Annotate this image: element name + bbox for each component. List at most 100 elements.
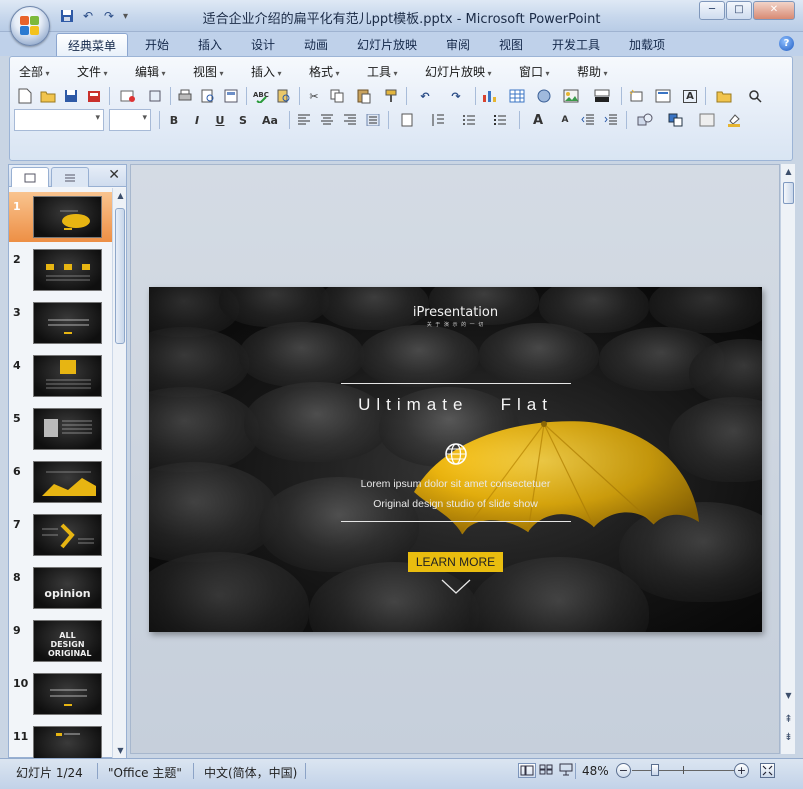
align-center-icon[interactable] (316, 110, 338, 130)
menu-file[interactable]: 文件 (77, 63, 108, 80)
menu-slideshow[interactable]: 幻灯片放映 (425, 63, 492, 80)
decrease-indent-icon[interactable] (577, 110, 599, 130)
slide-thumbnail-7[interactable]: 7 (9, 510, 113, 560)
language-indicator[interactable]: 中文(简体，中国) (204, 764, 297, 781)
tab-slides[interactable] (11, 167, 49, 187)
paste-icon[interactable] (349, 86, 379, 106)
arrange-icon[interactable] (661, 110, 691, 130)
menu-all[interactable]: 全部 (19, 63, 50, 80)
distribute-icon[interactable] (392, 110, 422, 130)
slides-panel-scrollbar[interactable]: ▲ ▼ (112, 188, 126, 759)
close-panel-icon[interactable]: ✕ (108, 167, 120, 183)
insert-table-icon[interactable] (502, 86, 532, 106)
slide-thumbnail-1[interactable]: 1 (9, 192, 113, 242)
scroll-down-icon[interactable]: ▼ (113, 743, 128, 759)
send-mail-icon[interactable] (113, 86, 143, 106)
next-slide-icon[interactable]: ⇟ (781, 730, 796, 746)
underline-button[interactable]: U (209, 110, 231, 130)
slide-thumbnail-5[interactable]: 5 (9, 404, 113, 454)
align-right-icon[interactable] (339, 110, 361, 130)
spelling-icon[interactable]: ABC (250, 86, 272, 106)
font-size-select[interactable] (109, 109, 151, 131)
print-preview-icon[interactable] (197, 86, 219, 106)
change-case-button[interactable]: Aa (255, 110, 285, 130)
tab-design[interactable]: 设计 (251, 36, 275, 53)
new-slide-icon[interactable] (625, 86, 647, 106)
tab-addins[interactable]: 加载项 (629, 36, 665, 53)
insert-picture-icon[interactable] (556, 86, 586, 106)
hyperlink-icon[interactable] (533, 86, 555, 106)
tab-view[interactable]: 视图 (499, 36, 523, 53)
maximize-button[interactable]: □ (726, 1, 752, 20)
help-icon[interactable]: ? (779, 36, 794, 51)
previous-slide-icon[interactable]: ⇞ (781, 712, 796, 728)
close-button[interactable]: ✕ (753, 1, 795, 20)
bullets-icon[interactable] (485, 110, 515, 130)
slide-thumbnail-4[interactable]: 4 (9, 351, 113, 401)
quick-styles-icon[interactable] (692, 110, 722, 130)
undo-icon[interactable]: ↶ (410, 86, 440, 106)
scroll-thumb[interactable] (115, 208, 125, 344)
justify-icon[interactable] (362, 110, 384, 130)
slide-thumbnail-6[interactable]: 6 (9, 457, 113, 507)
scroll-down-icon[interactable]: ▼ (781, 688, 796, 704)
open-icon[interactable] (37, 86, 59, 106)
insert-chart-icon[interactable] (479, 86, 501, 106)
shadow-button[interactable]: S (232, 110, 254, 130)
shrink-font-button[interactable]: A (554, 110, 576, 130)
zoom-level[interactable]: 48% (582, 764, 609, 778)
publish-icon[interactable] (144, 86, 166, 106)
menu-tools[interactable]: 工具 (367, 63, 398, 80)
slideshow-icon[interactable] (558, 763, 576, 778)
tab-animation[interactable]: 动画 (304, 36, 328, 53)
slide-sorter-icon[interactable] (538, 763, 556, 778)
zoom-in-button[interactable]: + (734, 763, 749, 778)
learn-more-button[interactable]: LEARN MORE (408, 552, 503, 572)
scroll-thumb[interactable] (783, 182, 794, 204)
align-left-icon[interactable] (293, 110, 315, 130)
menu-window[interactable]: 窗口 (519, 63, 550, 80)
zoom-slider-track[interactable] (632, 770, 737, 771)
main-vertical-scrollbar[interactable]: ▲ ▼ ⇞ ⇟ (780, 164, 795, 754)
slide-layout-icon[interactable] (648, 86, 678, 106)
current-slide[interactable]: iPresentation 关 于 演 示 的 一 切 Ultimate Fla… (149, 287, 762, 632)
slide-thumbnail-8[interactable]: 8 opinion (9, 563, 113, 613)
format-painter-icon[interactable] (380, 86, 402, 106)
tab-review[interactable]: 审阅 (446, 36, 470, 53)
slide-thumbnail-10[interactable]: 10 (9, 669, 113, 719)
print-icon[interactable] (174, 86, 196, 106)
new-icon[interactable] (14, 86, 36, 106)
line-spacing-icon[interactable] (423, 110, 453, 130)
color-scheme-icon[interactable] (587, 86, 617, 106)
tab-insert[interactable]: 插入 (198, 36, 222, 53)
normal-view-icon[interactable] (518, 763, 536, 778)
shape-fill-icon[interactable] (723, 110, 745, 130)
folder-icon[interactable] (709, 86, 739, 106)
bold-button[interactable]: B (163, 110, 185, 130)
menu-edit[interactable]: 编辑 (135, 63, 166, 80)
menu-view[interactable]: 视图 (193, 63, 224, 80)
find-icon[interactable] (740, 86, 770, 106)
zoom-slider-knob[interactable] (651, 764, 659, 776)
cut-icon[interactable]: ✂ (303, 86, 325, 106)
italic-button[interactable]: I (186, 110, 208, 130)
slide-thumbnail-9[interactable]: 9 ALL DESIGN ORIGINAL (9, 616, 113, 666)
menu-format[interactable]: 格式 (309, 63, 340, 80)
minimize-button[interactable]: ─ (699, 1, 725, 20)
tab-outline[interactable] (51, 167, 89, 187)
tab-home[interactable]: 开始 (145, 36, 169, 53)
zoom-out-button[interactable]: − (616, 763, 631, 778)
menu-help[interactable]: 帮助 (577, 63, 608, 80)
fit-to-window-icon[interactable] (760, 763, 775, 778)
save-icon[interactable] (60, 86, 82, 106)
grow-font-button[interactable]: A (523, 110, 553, 130)
copy-icon[interactable] (326, 86, 348, 106)
font-name-select[interactable] (14, 109, 104, 131)
tab-classic-menu[interactable]: 经典菜单 (56, 33, 129, 57)
research-icon[interactable] (273, 86, 295, 106)
tab-slideshow[interactable]: 幻灯片放映 (357, 36, 417, 53)
redo-icon[interactable]: ↷ (441, 86, 471, 106)
scroll-up-icon[interactable]: ▲ (113, 188, 128, 204)
increase-indent-icon[interactable] (600, 110, 622, 130)
slide-thumbnail-2[interactable]: 2 (9, 245, 113, 295)
